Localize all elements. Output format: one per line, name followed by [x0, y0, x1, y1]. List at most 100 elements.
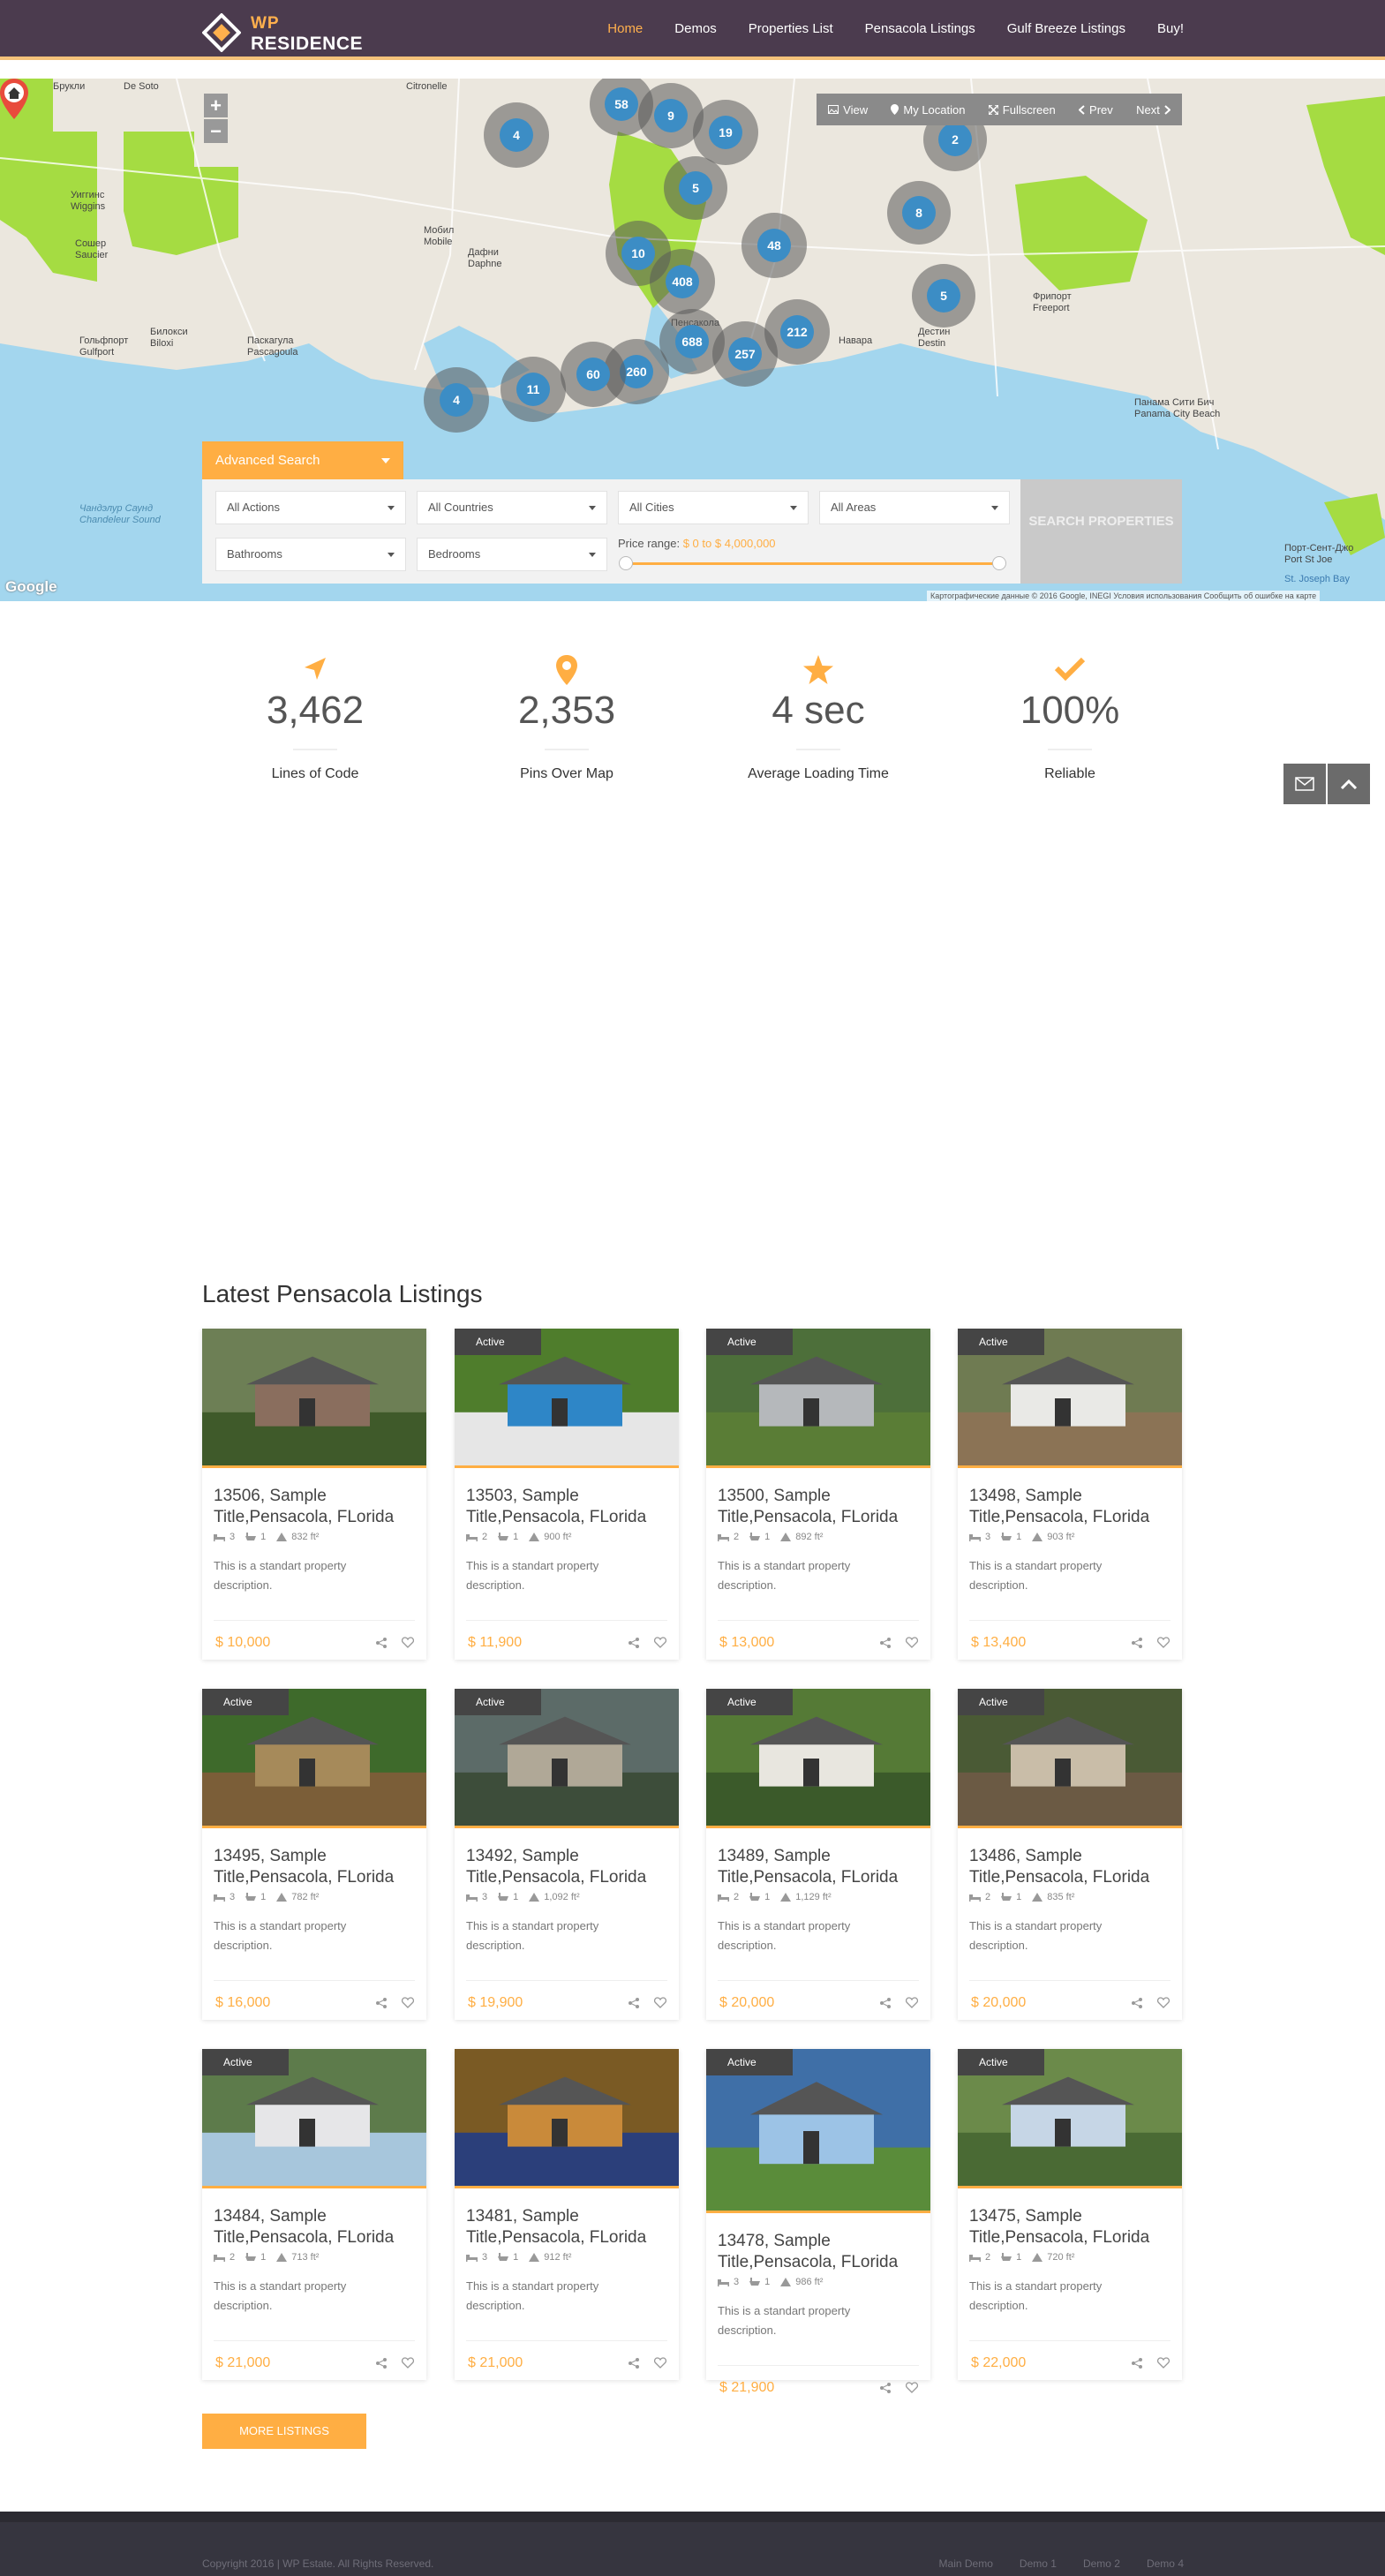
- listing-photo[interactable]: Active: [958, 1329, 1182, 1468]
- listing-title[interactable]: 13478, Sample Title,Pensacola, FLorida: [718, 2231, 921, 2273]
- map-fullscreen-button[interactable]: Fullscreen: [988, 103, 1056, 117]
- zoom-in-button[interactable]: +: [204, 94, 228, 117]
- map-my-location-button[interactable]: My Location: [891, 103, 965, 117]
- map-cluster[interactable]: 60: [561, 342, 626, 407]
- heart-icon[interactable]: [906, 1997, 918, 2008]
- areas-select[interactable]: All Areas: [819, 491, 1010, 524]
- footer-link-demo-1[interactable]: Demo 1: [1020, 2557, 1057, 2570]
- share-icon[interactable]: [879, 1997, 892, 2009]
- listing-title[interactable]: 13484, Sample Title,Pensacola, FLorida: [214, 2206, 417, 2248]
- listing-title[interactable]: 13498, Sample Title,Pensacola, FLorida: [969, 1486, 1172, 1528]
- listing-title[interactable]: 13503, Sample Title,Pensacola, FLorida: [466, 1486, 669, 1528]
- listing-title[interactable]: 13500, Sample Title,Pensacola, FLorida: [718, 1486, 921, 1528]
- map-cluster[interactable]: 5: [664, 156, 727, 220]
- heart-icon[interactable]: [654, 1997, 666, 2008]
- map-cluster[interactable]: 408: [650, 249, 715, 314]
- share-icon[interactable]: [1131, 2357, 1143, 2369]
- heart-icon[interactable]: [402, 1997, 414, 2008]
- listing-card[interactable]: 13481, Sample Title,Pensacola, FLorida 3 1…: [455, 2049, 679, 2380]
- nav-properties-list[interactable]: Properties List: [749, 21, 833, 36]
- listing-photo[interactable]: Active: [706, 2049, 930, 2213]
- map-attribution[interactable]: Картографические данные © 2016 Google, I…: [927, 591, 1321, 601]
- map-cluster[interactable]: 11: [501, 357, 566, 422]
- share-icon[interactable]: [375, 2357, 388, 2369]
- scroll-top-button[interactable]: [1328, 764, 1370, 804]
- heart-icon[interactable]: [906, 2382, 918, 2393]
- share-icon[interactable]: [879, 2382, 892, 2394]
- listing-title[interactable]: 13475, Sample Title,Pensacola, FLorida: [969, 2206, 1172, 2248]
- share-icon[interactable]: [879, 1637, 892, 1649]
- bathrooms-select[interactable]: Bathrooms: [215, 538, 406, 571]
- listing-title[interactable]: 13506, Sample Title,Pensacola, FLorida: [214, 1486, 417, 1528]
- listing-photo[interactable]: Active: [455, 1329, 679, 1468]
- footer-link-demo-2[interactable]: Demo 2: [1083, 2557, 1120, 2570]
- price-slider-max-handle[interactable]: [992, 556, 1006, 570]
- listing-card[interactable]: Active 13484, Sample Title,Pensacola, FLo…: [202, 2049, 426, 2380]
- listing-card[interactable]: 13506, Sample Title,Pensacola, FLorida 3 1…: [202, 1329, 426, 1660]
- listing-title[interactable]: 13492, Sample Title,Pensacola, FLorida: [466, 1846, 669, 1888]
- map-cluster[interactable]: 5: [912, 264, 975, 328]
- heart-icon[interactable]: [1157, 1637, 1170, 1648]
- nav-pensacola-listings[interactable]: Pensacola Listings: [865, 21, 975, 36]
- bedrooms-select[interactable]: Bedrooms: [417, 538, 607, 571]
- home-pin-icon[interactable]: [0, 79, 28, 119]
- search-properties-button[interactable]: SEARCH PROPERTIES: [1020, 479, 1182, 584]
- map-cluster[interactable]: 48: [741, 213, 807, 278]
- price-slider-track[interactable]: [625, 562, 999, 565]
- price-slider-min-handle[interactable]: [619, 556, 633, 570]
- advanced-search-tab[interactable]: Advanced Search: [202, 441, 403, 479]
- listing-photo[interactable]: Active: [455, 1689, 679, 1828]
- listing-title[interactable]: 13481, Sample Title,Pensacola, FLorida: [466, 2206, 669, 2248]
- contact-button[interactable]: [1283, 764, 1326, 804]
- listing-photo[interactable]: Active: [706, 1689, 930, 1828]
- more-listings-button[interactable]: MORE LISTINGS: [202, 2414, 366, 2449]
- map-cluster[interactable]: 4: [484, 102, 549, 168]
- listing-title[interactable]: 13489, Sample Title,Pensacola, FLorida: [718, 1846, 921, 1888]
- nav-home[interactable]: Home: [607, 21, 643, 36]
- map-cluster[interactable]: 257: [712, 321, 778, 387]
- share-icon[interactable]: [1131, 1997, 1143, 2009]
- zoom-out-button[interactable]: −: [204, 119, 228, 143]
- heart-icon[interactable]: [654, 2357, 666, 2369]
- heart-icon[interactable]: [402, 1637, 414, 1648]
- share-icon[interactable]: [1131, 1637, 1143, 1649]
- cities-select[interactable]: All Cities: [618, 491, 809, 524]
- listing-title[interactable]: 13486, Sample Title,Pensacola, FLorida: [969, 1846, 1172, 1888]
- map-prev-button[interactable]: Prev: [1079, 103, 1113, 117]
- map-cluster[interactable]: 19: [693, 100, 758, 165]
- listing-card[interactable]: Active 13492, Sample Title,Pensacola, FLo…: [455, 1689, 679, 2020]
- listing-card[interactable]: Active 13489, Sample Title,Pensacola, FLo…: [706, 1689, 930, 2020]
- listing-photo[interactable]: Active: [958, 2049, 1182, 2188]
- listing-card[interactable]: Active 13495, Sample Title,Pensacola, FLo…: [202, 1689, 426, 2020]
- nav-gulf-breeze-listings[interactable]: Gulf Breeze Listings: [1007, 21, 1125, 36]
- map-next-button[interactable]: Next: [1136, 103, 1170, 117]
- share-icon[interactable]: [375, 1637, 388, 1649]
- footer-link-demo-4[interactable]: Demo 4: [1147, 2557, 1184, 2570]
- share-icon[interactable]: [375, 1997, 388, 2009]
- footer-link-main-demo[interactable]: Main Demo: [939, 2557, 993, 2570]
- nav-buy[interactable]: Buy!: [1157, 21, 1184, 36]
- heart-icon[interactable]: [402, 2357, 414, 2369]
- listing-title[interactable]: 13495, Sample Title,Pensacola, FLorida: [214, 1846, 417, 1888]
- listing-card[interactable]: Active 13500, Sample Title,Pensacola, FLo…: [706, 1329, 930, 1660]
- listing-photo[interactable]: Active: [706, 1329, 930, 1468]
- heart-icon[interactable]: [1157, 1997, 1170, 2008]
- heart-icon[interactable]: [906, 1637, 918, 1648]
- listing-photo[interactable]: Active: [958, 1689, 1182, 1828]
- listing-card[interactable]: Active 13478, Sample Title,Pensacola, FLo…: [706, 2049, 930, 2395]
- listing-card[interactable]: Active 13503, Sample Title,Pensacola, FLo…: [455, 1329, 679, 1660]
- actions-select[interactable]: All Actions: [215, 491, 406, 524]
- listing-card[interactable]: Active 13486, Sample Title,Pensacola, FLo…: [958, 1689, 1182, 2020]
- share-icon[interactable]: [628, 2357, 640, 2369]
- share-icon[interactable]: [628, 1637, 640, 1649]
- listing-photo[interactable]: [455, 2049, 679, 2188]
- listing-photo[interactable]: Active: [202, 1689, 426, 1828]
- listing-photo[interactable]: [202, 1329, 426, 1468]
- share-icon[interactable]: [628, 1997, 640, 2009]
- heart-icon[interactable]: [654, 1637, 666, 1648]
- listing-photo[interactable]: Active: [202, 2049, 426, 2188]
- countries-select[interactable]: All Countries: [417, 491, 607, 524]
- nav-demos[interactable]: Demos: [674, 21, 717, 36]
- map-cluster[interactable]: 4: [424, 367, 489, 433]
- listing-card[interactable]: Active 13498, Sample Title,Pensacola, FLo…: [958, 1329, 1182, 1660]
